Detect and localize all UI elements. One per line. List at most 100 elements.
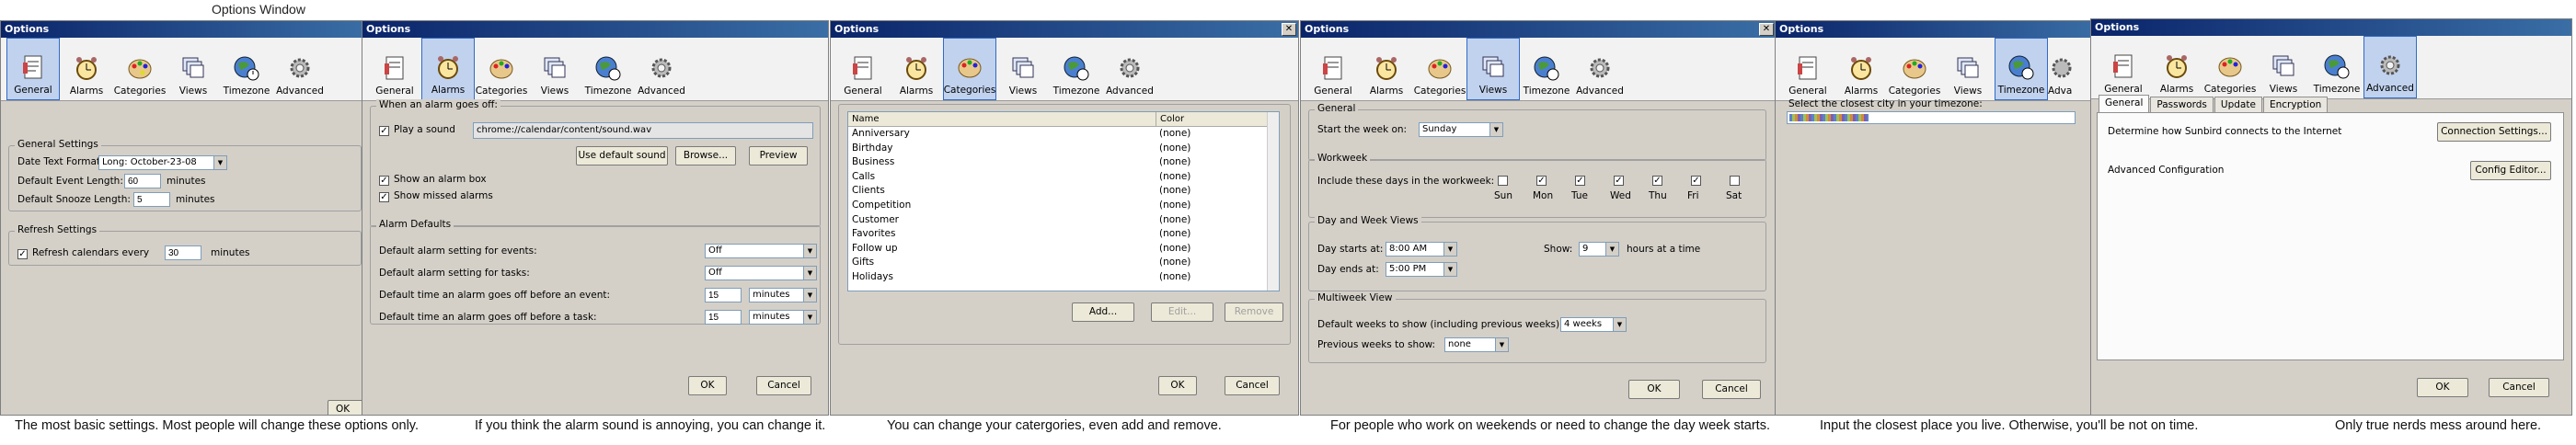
cancel-button[interactable]: Cancel [1225, 376, 1280, 395]
toolbar-advanced[interactable]: Advanced [2363, 36, 2417, 98]
remove-category-button[interactable]: Remove [1225, 302, 1283, 322]
workweek-day-checkbox[interactable]: ✓ [1652, 176, 1662, 186]
edit-category-button[interactable]: Edit... [1151, 302, 1213, 322]
column-name[interactable]: Name [848, 112, 1156, 126]
sound-path-field[interactable]: chrome://calendar/content/sound.wav [473, 122, 813, 139]
event-length-input[interactable] [124, 174, 161, 188]
workweek-day-checkbox[interactable]: ✓ [1614, 176, 1624, 186]
toolbar-categories[interactable]: Categories [475, 38, 528, 100]
toolbar-alarms[interactable]: Alarms [890, 38, 943, 100]
category-row[interactable]: Follow up (none) [848, 242, 1279, 257]
refresh-checkbox[interactable]: ✓ [17, 249, 28, 259]
toolbar-general[interactable]: General [6, 38, 60, 100]
toolbar-views[interactable]: Views [1941, 38, 1995, 100]
preview-button[interactable]: Preview [749, 146, 808, 165]
workweek-day-checkbox[interactable] [1498, 176, 1508, 186]
toolbar-views[interactable]: Views [996, 38, 1050, 100]
ok-button[interactable]: OK [2417, 378, 2468, 397]
toolbar-general[interactable]: General [1781, 38, 1834, 100]
show-missed-checkbox[interactable]: ✓ [379, 192, 389, 202]
category-row[interactable]: Holidays (none) [848, 270, 1279, 285]
category-row[interactable]: Calls (none) [848, 170, 1279, 185]
toolbar-advanced[interactable]: Advanced [1573, 38, 1627, 100]
date-format-select[interactable]: Long: October-23-08 ▼ [98, 155, 227, 170]
event-alarm-time-input[interactable] [705, 288, 742, 302]
start-week-select[interactable]: Sunday ▼ [1419, 122, 1503, 137]
cancel-button[interactable]: Cancel [756, 376, 811, 395]
close-icon[interactable]: ✕ [1759, 23, 1774, 36]
toolbar-alarms[interactable]: Alarms [60, 38, 113, 100]
day-starts-select[interactable]: 8:00 AM ▼ [1386, 242, 1457, 257]
browse-button[interactable]: Browse... [675, 146, 736, 165]
use-default-sound-button[interactable]: Use default sound [576, 146, 668, 165]
toolbar-views[interactable]: Views [1466, 38, 1520, 100]
category-row[interactable]: Clients (none) [848, 184, 1279, 199]
tab-update[interactable]: Update [2214, 97, 2262, 113]
toolbar-general[interactable]: General [836, 38, 890, 100]
category-row[interactable]: Gifts (none) [848, 256, 1279, 270]
toolbar-general[interactable]: General [2097, 36, 2150, 98]
task-alarm-select[interactable]: Off ▼ [705, 266, 817, 280]
task-alarm-time-input[interactable] [705, 310, 742, 325]
event-alarm-unit-select[interactable]: minutes ▼ [749, 288, 817, 302]
refresh-interval-input[interactable] [165, 245, 201, 260]
toolbar-categories[interactable]: Categories [943, 38, 996, 100]
workweek-day-checkbox[interactable]: ✓ [1536, 176, 1547, 186]
connection-settings-button[interactable]: Connection Settings... [2437, 122, 2551, 142]
toolbar-categories[interactable]: Categories [1413, 38, 1466, 100]
toolbar-views[interactable]: Views [167, 38, 220, 100]
toolbar-categories[interactable]: Categories [1888, 38, 1941, 100]
close-icon[interactable]: ✕ [1282, 23, 1296, 36]
toolbar-categories[interactable]: Categories [113, 38, 167, 100]
category-row[interactable]: Customer (none) [848, 213, 1279, 228]
show-alarm-box-checkbox[interactable]: ✓ [379, 176, 389, 186]
workweek-day-checkbox[interactable]: ✓ [1691, 176, 1701, 186]
categories-list[interactable]: Name Color Anniversary (none) Birthday (non… [847, 111, 1280, 291]
snooze-length-input[interactable] [133, 192, 170, 207]
toolbar-advanced[interactable]: Advanced [273, 38, 327, 100]
category-row[interactable]: Favorites (none) [848, 227, 1279, 242]
toolbar-timezone[interactable]: Timezone [1995, 38, 2048, 100]
ok-button[interactable]: OK [1628, 380, 1680, 399]
toolbar-timezone[interactable]: Timezone [581, 38, 635, 100]
category-row[interactable]: Competition (none) [848, 199, 1279, 213]
cancel-button[interactable]: Cancel [2489, 378, 2549, 397]
ok-button[interactable]: OK [688, 376, 727, 395]
tab-passwords[interactable]: Passwords [2150, 97, 2214, 113]
toolbar-alarms[interactable]: Alarms [421, 38, 475, 100]
show-hours-select[interactable]: 9 ▼ [1579, 242, 1619, 257]
cancel-button[interactable]: Cancel [1702, 380, 1761, 399]
config-editor-button[interactable]: Config Editor... [2470, 161, 2551, 180]
add-category-button[interactable]: Add... [1072, 302, 1134, 322]
toolbar-advanced[interactable]: Advanced [1103, 38, 1156, 100]
toolbar-timezone[interactable]: Timezone [1520, 38, 1573, 100]
column-color[interactable]: Color [1156, 112, 1271, 126]
toolbar-timezone[interactable]: Timezone [220, 38, 273, 100]
list-scrollbar[interactable] [1267, 112, 1279, 291]
category-row[interactable]: Birthday (none) [848, 142, 1279, 156]
toolbar-general[interactable]: General [368, 38, 421, 100]
tab-encryption[interactable]: Encryption [2262, 97, 2329, 113]
toolbar-views[interactable]: Views [528, 38, 581, 100]
toolbar-alarms[interactable]: Alarms [2150, 36, 2203, 98]
timezone-input[interactable] [1787, 111, 2076, 124]
previous-weeks-select[interactable]: none ▼ [1444, 337, 1509, 352]
toolbar-advanced-partial[interactable]: Adva [2048, 38, 2076, 100]
event-alarm-select[interactable]: Off ▼ [705, 244, 817, 258]
category-row[interactable]: Anniversary (none) [848, 127, 1279, 142]
toolbar-timezone[interactable]: Timezone [2310, 36, 2363, 98]
toolbar-alarms[interactable]: Alarms [1360, 38, 1413, 100]
toolbar-views[interactable]: Views [2257, 36, 2310, 98]
task-alarm-unit-select[interactable]: minutes ▼ [749, 310, 817, 325]
workweek-day-checkbox[interactable] [1730, 176, 1740, 186]
default-weeks-select[interactable]: 4 weeks ▼ [1560, 317, 1627, 332]
toolbar-timezone[interactable]: Timezone [1050, 38, 1103, 100]
ok-button[interactable]: OK [1158, 376, 1197, 395]
play-sound-checkbox[interactable]: ✓ [379, 126, 389, 136]
toolbar-advanced[interactable]: Advanced [635, 38, 688, 100]
toolbar-categories[interactable]: Categories [2203, 36, 2257, 98]
category-row[interactable]: Business (none) [848, 155, 1279, 170]
day-ends-select[interactable]: 5:00 PM ▼ [1386, 262, 1457, 277]
toolbar-alarms[interactable]: Alarms [1834, 38, 1888, 100]
workweek-day-checkbox[interactable]: ✓ [1575, 176, 1585, 186]
